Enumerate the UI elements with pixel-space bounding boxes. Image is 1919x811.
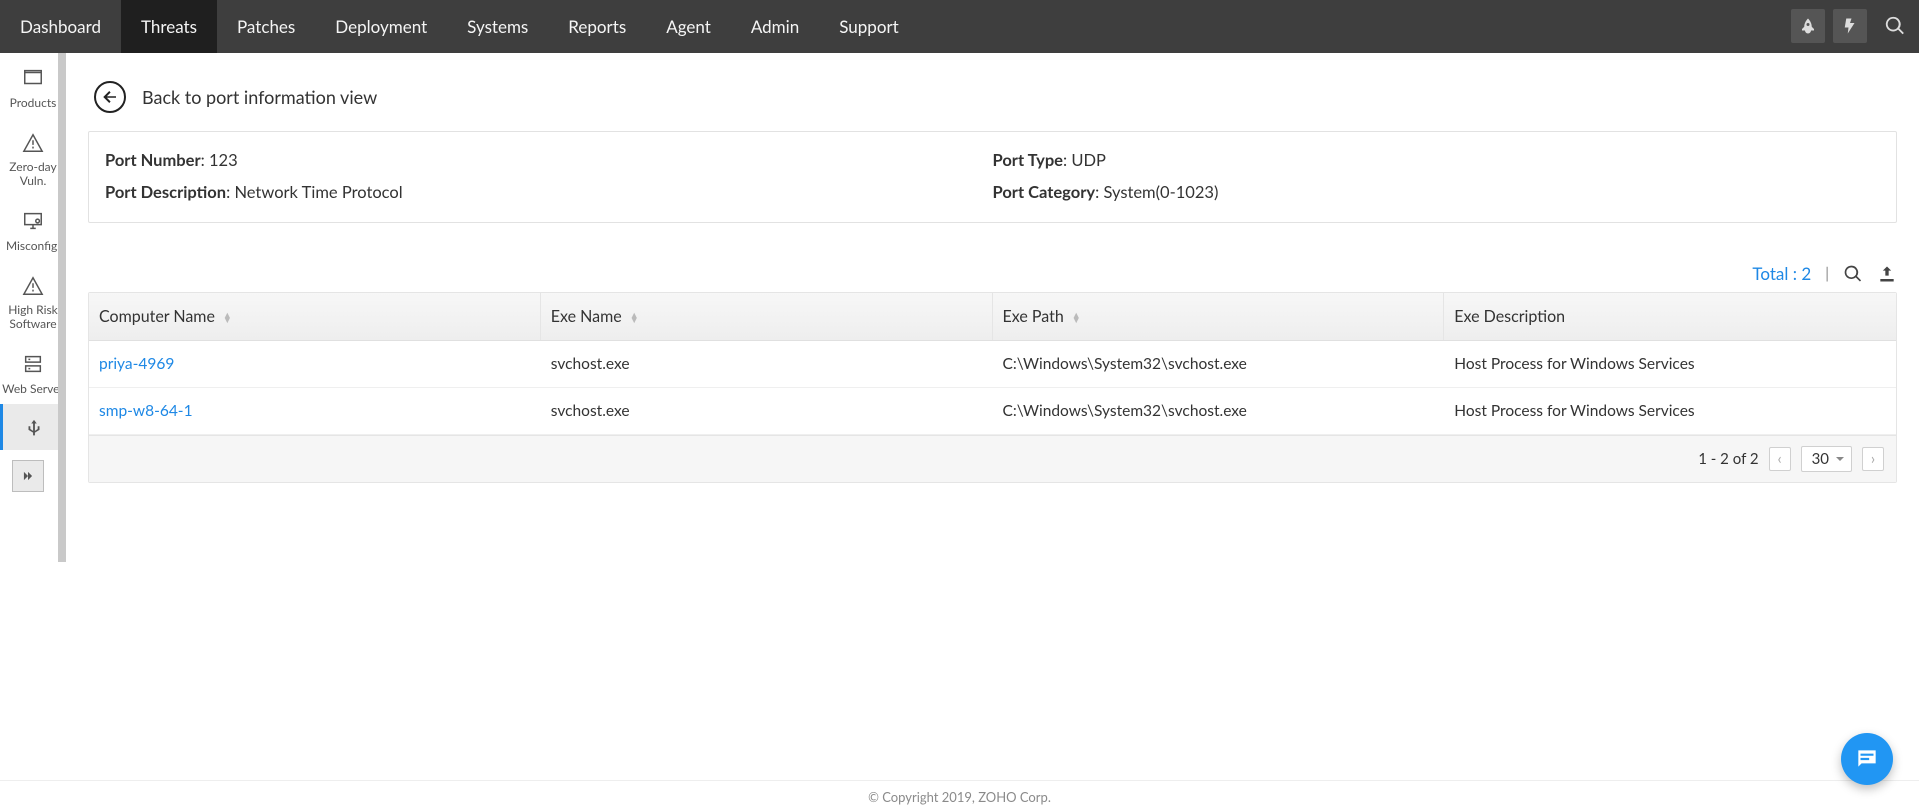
- nav-agent[interactable]: Agent: [646, 0, 731, 53]
- sidebar: Products Zero-day Vuln. Misconfig. High Ris…: [0, 53, 66, 780]
- sidebar-item-label: Products: [10, 96, 57, 110]
- nav-reports[interactable]: Reports: [548, 0, 646, 53]
- sort-icon[interactable]: ▲▼: [630, 312, 639, 322]
- total-count: Total : 2: [1752, 263, 1811, 284]
- nav-spacer: [919, 0, 1787, 53]
- port-number: Port Number: 123: [105, 144, 993, 176]
- chat-fab[interactable]: [1841, 733, 1893, 785]
- nav-dashboard[interactable]: Dashboard: [0, 0, 121, 53]
- sidebar-item-high-risk-software[interactable]: High Risk Software: [0, 261, 66, 339]
- port-info-box: Port Number: 123 Port Type: UDP Port Des…: [88, 131, 1897, 223]
- next-page-button[interactable]: ›: [1862, 447, 1884, 471]
- sidebar-item-label: High Risk Software: [2, 303, 64, 331]
- cell-exe-name: svchost.exe: [541, 388, 993, 434]
- back-row: Back to port information view: [94, 81, 1897, 113]
- table-header: Computer Name ▲▼ Exe Name ▲▼ Exe Path ▲▼…: [89, 293, 1896, 341]
- cell-exe-name: svchost.exe: [541, 341, 993, 387]
- prev-page-button[interactable]: ‹: [1769, 447, 1791, 471]
- table-row: smp-w8-64-1svchost.exeC:\Windows\System3…: [89, 388, 1896, 435]
- cell-computer-name[interactable]: priya-4969: [89, 341, 541, 387]
- sidebar-item-misconfig-[interactable]: Misconfig.: [0, 196, 66, 261]
- table-search-icon[interactable]: [1843, 264, 1863, 284]
- table-row: priya-4969svchost.exeC:\Windows\System32…: [89, 341, 1896, 388]
- nav-threats[interactable]: Threats: [121, 0, 217, 53]
- back-label: Back to port information view: [142, 86, 377, 108]
- col-exe-name[interactable]: Exe Name ▲▼: [541, 293, 993, 340]
- sort-icon[interactable]: ▲▼: [223, 312, 232, 322]
- products-icon: [22, 67, 44, 92]
- export-icon[interactable]: [1877, 264, 1897, 284]
- server-icon: [22, 353, 44, 378]
- col-exe-description[interactable]: Exe Description: [1444, 293, 1896, 340]
- cell-computer-name[interactable]: smp-w8-64-1: [89, 388, 541, 434]
- nav-systems[interactable]: Systems: [447, 0, 548, 53]
- cell-exe-path: C:\Windows\System32\svchost.exe: [993, 341, 1445, 387]
- nav-deployment[interactable]: Deployment: [315, 0, 447, 53]
- launch-icon[interactable]: [1791, 9, 1825, 43]
- sidebar-item-zero-day-vuln-[interactable]: Zero-day Vuln.: [0, 118, 66, 196]
- nav-support[interactable]: Support: [819, 0, 919, 53]
- bolt-icon[interactable]: [1833, 9, 1867, 43]
- back-button[interactable]: [94, 81, 126, 113]
- cell-exe-description: Host Process for Windows Services: [1444, 388, 1896, 434]
- page-range: 1 - 2 of 2: [1698, 450, 1758, 468]
- nav-admin[interactable]: Admin: [731, 0, 819, 53]
- warning-icon: [22, 132, 44, 157]
- sidebar-expand-button[interactable]: [12, 460, 44, 492]
- col-exe-path[interactable]: Exe Path ▲▼: [993, 293, 1445, 340]
- sidebar-item-label: Misconfig.: [6, 239, 60, 253]
- table-toolbar: Total : 2 |: [88, 263, 1897, 284]
- port-category: Port Category: System(0-1023): [993, 176, 1881, 208]
- page-size-select[interactable]: 30: [1801, 446, 1852, 472]
- sidebar-item-products[interactable]: Products: [0, 53, 66, 118]
- nav-patches[interactable]: Patches: [217, 0, 315, 53]
- search-icon[interactable]: [1875, 9, 1915, 43]
- sidebar-item-usb[interactable]: [0, 404, 66, 451]
- cell-exe-description: Host Process for Windows Services: [1444, 341, 1896, 387]
- sidebar-scrollbar[interactable]: [58, 53, 66, 562]
- col-computer-name[interactable]: Computer Name ▲▼: [89, 293, 541, 340]
- main-area: Products Zero-day Vuln. Misconfig. High Ris…: [0, 53, 1919, 780]
- port-description: Port Description: Network Time Protocol: [105, 176, 993, 208]
- port-type: Port Type: UDP: [993, 144, 1881, 176]
- sidebar-item-web-server[interactable]: Web Server: [0, 339, 66, 404]
- sort-icon[interactable]: ▲▼: [1072, 312, 1081, 322]
- usb-icon: [23, 418, 45, 443]
- page-footer: © Copyright 2019, ZOHO Corp.: [0, 780, 1919, 811]
- warning-icon: [22, 275, 44, 300]
- toolbar-separator: |: [1825, 265, 1829, 283]
- table-footer: 1 - 2 of 2 ‹ 30 ›: [89, 435, 1896, 482]
- results-table: Computer Name ▲▼ Exe Name ▲▼ Exe Path ▲▼…: [88, 292, 1897, 483]
- monitor-gear-icon: [22, 210, 44, 235]
- cell-exe-path: C:\Windows\System32\svchost.exe: [993, 388, 1445, 434]
- sidebar-item-label: Web Server: [2, 382, 64, 396]
- content: Back to port information view Port Numbe…: [66, 53, 1919, 780]
- sidebar-item-label: Zero-day Vuln.: [2, 160, 64, 188]
- top-nav: DashboardThreatsPatchesDeploymentSystems…: [0, 0, 1919, 53]
